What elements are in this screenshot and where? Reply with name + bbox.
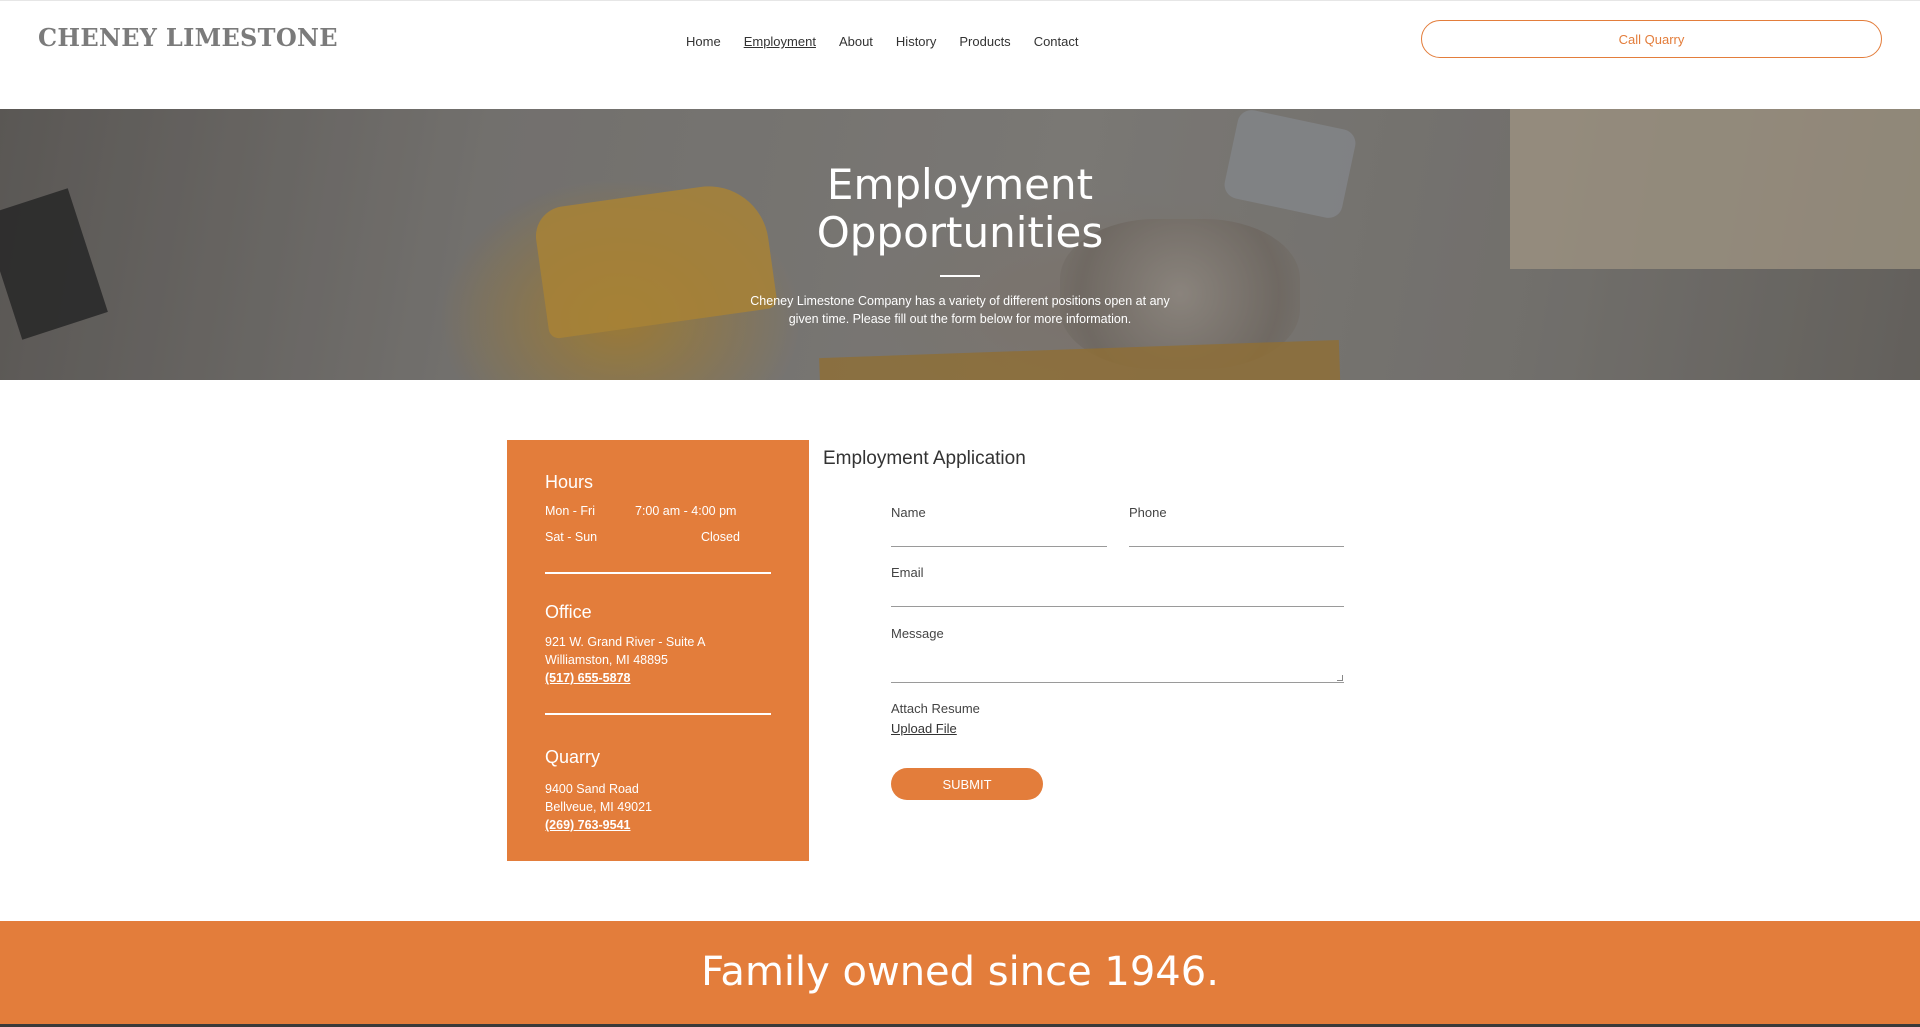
email-input[interactable] [891,583,1344,605]
quarry-heading: Quarry [545,747,601,767]
hours-days-weekday: Mon - Fri [545,504,595,518]
phone-input-underline [1129,546,1344,547]
email-input-underline [891,606,1344,607]
nav-products[interactable]: Products [959,34,1010,49]
office-phone-link[interactable]: (517) 655-5878 [545,671,630,685]
resize-handle-icon[interactable] [1337,675,1343,681]
hero-title: Employment Opportunities [0,161,1920,257]
hours-heading: Hours [545,472,594,492]
message-textarea[interactable] [891,645,1344,683]
phone-input[interactable] [1129,523,1344,545]
quarry-phone-link[interactable]: (269) 763-9541 [545,818,630,832]
call-quarry-button[interactable]: Call Quarry [1421,20,1882,58]
quarry-address-line2: Bellveue, MI 49021 [545,800,653,814]
hero-banner: Employment Opportunities Cheney Limeston… [0,109,1920,380]
hero-title-line2: Opportunities [816,208,1104,257]
nav-employment[interactable]: Employment [744,34,816,49]
nav-home[interactable]: Home [686,34,721,49]
main-nav: Home Employment About History Products C… [686,34,1102,49]
upload-file-link[interactable]: Upload File [891,721,957,736]
name-input-underline [891,546,1107,547]
submit-button[interactable]: SUBMIT [891,768,1043,800]
nav-contact[interactable]: Contact [1034,34,1079,49]
hours-days-weekend: Sat - Sun [545,530,598,544]
site-header: CHENEY LIMESTONE Home Employment About H… [0,0,1920,109]
office-address-line2: Williamston, MI 48895 [545,653,668,667]
phone-label: Phone [1129,505,1167,520]
hours-time-weekday: 7:00 am - 4:00 pm [635,504,737,518]
nav-history[interactable]: History [896,34,936,49]
form-title: Employment Application [823,448,1026,469]
tagline-text: Family owned since 1946. [701,949,1219,995]
name-label: Name [891,505,926,520]
email-label: Email [891,565,924,580]
hero-divider [940,275,980,277]
hours-time-weekend: Closed [701,530,740,544]
name-input[interactable] [891,523,1107,545]
card-divider [545,713,771,715]
tagline-band: Family owned since 1946. [0,921,1920,1027]
attach-resume-label: Attach Resume [891,701,980,716]
contact-info-card: Hours Mon - Fri 7:00 am - 4:00 pm Sat - … [507,440,809,861]
card-divider [545,572,771,574]
message-label: Message [891,626,944,641]
site-logo[interactable]: CHENEY LIMESTONE [38,23,338,52]
hero-subtitle: Cheney Limestone Company has a variety o… [750,294,1170,326]
office-address-line1: 921 W. Grand River - Suite A [545,635,706,649]
office-heading: Office [545,602,592,622]
quarry-address-line1: 9400 Sand Road [545,782,639,796]
nav-about[interactable]: About [839,34,873,49]
hero-title-line1: Employment [826,160,1094,209]
